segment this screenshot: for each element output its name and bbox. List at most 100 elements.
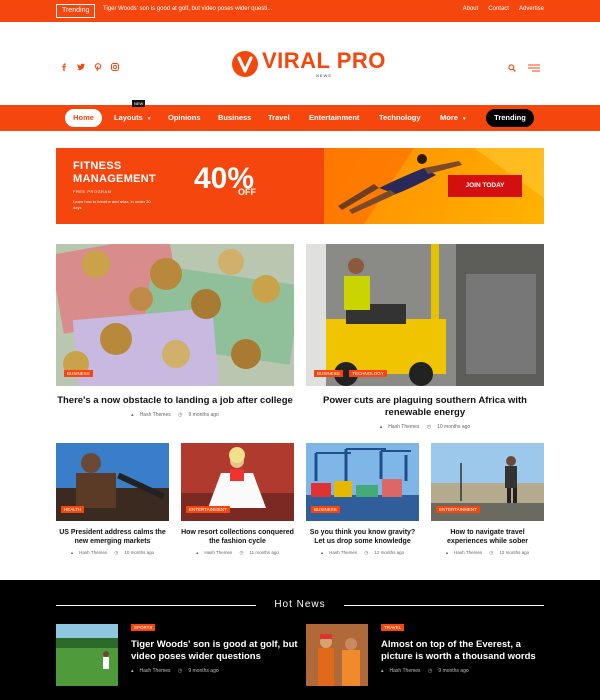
article-meta: ▴ Hash Themes ◷ 9 months ago — [131, 668, 225, 674]
article-meta: ▴ Hash Themes ◷ 10 months ago — [306, 424, 544, 430]
article-time: 12 months ago — [374, 550, 405, 555]
clock-icon: ◷ — [239, 550, 244, 555]
article-title[interactable]: How resort collections conquered the fas… — [181, 528, 294, 546]
nav-business[interactable]: Business — [218, 105, 251, 131]
article-image[interactable]: BUSINESS — [306, 443, 419, 521]
menu-icon[interactable] — [528, 59, 540, 77]
article-meta: ▴ Hash Themes ◷ 12 months ago — [431, 550, 544, 556]
article-time: 10 months ago — [437, 424, 471, 430]
article-categories: ENTERTAINMENT — [186, 498, 232, 516]
article-title[interactable]: Tiger Woods' son is good at golf, but vi… — [131, 639, 301, 663]
nav-trending-button[interactable]: Trending — [486, 109, 534, 127]
section-title: Hot News — [274, 599, 326, 610]
article-meta: ▴ Hash Themes ◷ 12 months ago — [306, 550, 419, 556]
category-badge[interactable]: BUSINESS — [314, 370, 343, 377]
chevron-down-icon: ▾ — [463, 116, 466, 122]
twitter-icon[interactable] — [77, 58, 85, 71]
article-author[interactable]: Hash Themes — [390, 668, 421, 674]
article-author[interactable]: Hash Themes — [388, 424, 419, 430]
article-title[interactable]: How to navigate travel experiences while… — [431, 528, 544, 546]
article-title[interactable]: Power cuts are plaguing southern Africa … — [306, 395, 544, 419]
site-logo[interactable]: VIRAL PRO NEWS — [232, 48, 386, 80]
category-badge[interactable]: ENTERTAINMENT — [186, 506, 230, 513]
about-link[interactable]: About — [463, 6, 479, 12]
article-author[interactable]: Hash Themes — [140, 412, 171, 418]
category-badge[interactable]: SPORTS — [131, 624, 156, 631]
article-meta: ▴ Hash Themes ◷ 10 months ago — [56, 550, 169, 556]
pinterest-icon[interactable] — [94, 58, 102, 72]
article-image[interactable]: ENTERTAINMENT — [431, 443, 544, 521]
top-bar: Trending Tiger Woods' son is good at gol… — [0, 0, 600, 22]
clock-icon: ◷ — [114, 550, 119, 555]
facebook-icon[interactable] — [60, 58, 68, 71]
category-badge[interactable]: HEALTH — [61, 506, 85, 513]
article-author[interactable]: Hash Themes — [204, 550, 232, 555]
article-image[interactable]: BUSINESS — [56, 244, 294, 386]
nav-more-label: More — [440, 113, 458, 122]
logo-title: VIRAL PRO — [262, 48, 386, 73]
grid-article[interactable]: BUSINESS So you think you know gravity? … — [306, 443, 419, 556]
ad-banner[interactable]: FITNESS MANAGEMENT FREE PROGRAM Learn ho… — [56, 148, 544, 224]
news-ticker[interactable]: Tiger Woods' son is good at golf, but vi… — [103, 6, 272, 12]
author-icon: ▴ — [196, 550, 199, 555]
article-author[interactable]: Hash Themes — [329, 550, 357, 555]
article-time: 9 months ago — [188, 412, 219, 418]
article-image[interactable] — [56, 624, 118, 686]
category-badge[interactable]: TRAVEL — [381, 624, 405, 631]
article-image[interactable] — [306, 624, 368, 686]
nav-home[interactable]: Home — [65, 109, 102, 127]
featured-article[interactable]: BUSINESS There's a now obstacle to landi… — [56, 244, 294, 418]
article-image[interactable]: BUSINESS TECHNOLOGY — [306, 244, 544, 386]
article-categories: BUSINESS — [311, 498, 342, 516]
grid-article[interactable]: ENTERTAINMENT How to navigate travel exp… — [431, 443, 544, 556]
hot-news-section: Hot News SPORTS Tiger Woods' son is good… — [0, 580, 600, 700]
article-image[interactable]: ENTERTAINMENT — [181, 443, 294, 521]
ad-free-program: FREE PROGRAM — [73, 189, 112, 194]
article-author[interactable]: Hash Themes — [454, 550, 482, 555]
grid-article[interactable]: ENTERTAINMENT How resort collections con… — [181, 443, 294, 556]
article-author[interactable]: Hash Themes — [140, 668, 171, 674]
ad-title: FITNESS MANAGEMENT — [73, 160, 193, 186]
ad-description: Learn how to breathe and relax, in under… — [73, 199, 151, 210]
main-nav: Home Layouts ▾ NEW Opinions Business Tra… — [0, 100, 600, 131]
advertise-link[interactable]: Advertise — [519, 6, 544, 12]
clock-icon: ◷ — [489, 550, 494, 555]
clock-icon: ◷ — [177, 668, 183, 674]
clock-icon: ◷ — [364, 550, 369, 555]
author-icon: ▴ — [320, 550, 324, 555]
ad-title-line2: MANAGEMENT — [73, 173, 157, 185]
article-title[interactable]: Almost on top of the Everest, a picture … — [381, 639, 551, 663]
contact-link[interactable]: Contact — [488, 6, 509, 12]
grid-article[interactable]: HEALTH US President address calms the ne… — [56, 443, 169, 556]
category-badge[interactable]: TECHNOLOGY — [349, 370, 387, 377]
article-title[interactable]: There's a now obstacle to landing a job … — [56, 395, 294, 407]
nav-opinions[interactable]: Opinions — [168, 105, 201, 131]
article-author[interactable]: Hash Themes — [79, 550, 107, 555]
article-image[interactable]: HEALTH — [56, 443, 169, 521]
featured-article[interactable]: BUSINESS TECHNOLOGY Power cuts are plagu… — [306, 244, 544, 430]
article-time: 11 months ago — [249, 550, 279, 555]
site-header: VIRAL PRO NEWS — [0, 22, 600, 105]
category-badge[interactable]: ENTERTAINMENT — [436, 506, 480, 513]
nav-technology[interactable]: Technology — [379, 105, 421, 131]
nav-layouts[interactable]: Layouts ▾ — [114, 105, 150, 131]
article-categories: BUSINESS TECHNOLOGY — [314, 362, 389, 380]
logo-mark — [232, 51, 258, 77]
trending-badge[interactable]: Trending — [56, 4, 96, 18]
top-links: About Contact Advertise — [463, 6, 544, 12]
nav-entertainment[interactable]: Entertainment — [309, 105, 359, 131]
article-time: 12 months ago — [499, 550, 530, 555]
category-badge[interactable]: BUSINESS — [311, 506, 340, 513]
search-icon[interactable] — [508, 59, 516, 77]
chevron-down-icon: ▾ — [147, 116, 151, 122]
nav-travel[interactable]: Travel — [268, 105, 290, 131]
logo-subtitle: NEWS — [315, 73, 332, 78]
article-time: 10 months ago — [124, 550, 155, 555]
join-today-button[interactable]: JOIN TODAY — [448, 175, 522, 197]
category-badge[interactable]: BUSINESS — [64, 370, 93, 377]
author-icon: ▴ — [445, 550, 449, 555]
article-title[interactable]: So you think you know gravity? Let us dr… — [306, 528, 419, 546]
instagram-icon[interactable] — [111, 58, 119, 71]
article-title[interactable]: US President address calms the new emerg… — [56, 528, 169, 546]
nav-more[interactable]: More ▾ — [440, 105, 466, 131]
